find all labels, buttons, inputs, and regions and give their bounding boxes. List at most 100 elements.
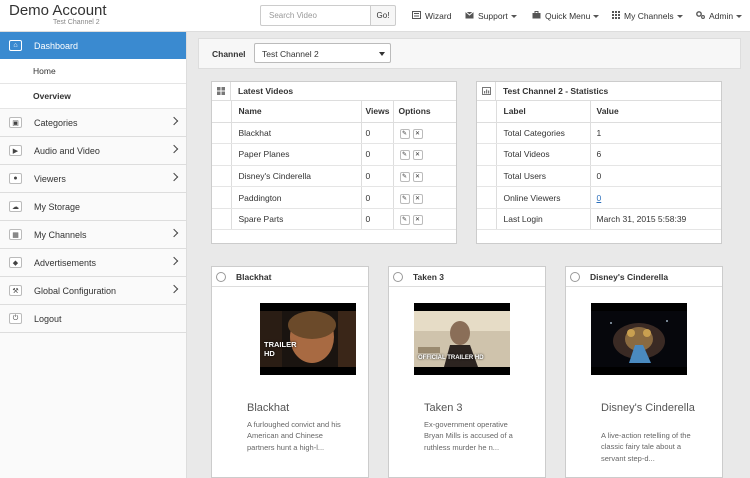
video-views: 0 — [360, 186, 393, 209]
col-value-header: Value — [589, 101, 721, 123]
table-header-row: Label Value — [477, 101, 721, 123]
sidebar-subitem-home[interactable]: Home — [0, 59, 186, 84]
nav-quick-menu-label: Quick Menu — [545, 11, 591, 21]
card-header-title: Blackhat — [236, 271, 272, 282]
video-name[interactable]: Disney's Cinderella — [231, 165, 361, 188]
video-card[interactable]: Disney's Cinderella Disney's Cinderella … — [565, 266, 723, 478]
stat-value: 6 — [589, 143, 721, 166]
col-views-header: Views — [360, 101, 393, 123]
col-options-header: Options — [392, 101, 433, 123]
table-row[interactable]: Paddington 0 ✎ ✕ — [212, 186, 456, 209]
clock-icon — [393, 271, 403, 282]
delete-icon[interactable]: ✕ — [412, 193, 423, 204]
chevron-right-icon — [169, 172, 179, 182]
card-description: A furloughed convict and his American an… — [247, 420, 341, 452]
delete-icon[interactable]: ✕ — [412, 171, 423, 182]
sidebar-subitem-label: Overview — [33, 91, 71, 101]
channel-select[interactable]: Test Channel 2 — [254, 43, 391, 63]
search-go-button[interactable]: Go! — [370, 5, 396, 26]
wizard-icon — [412, 11, 421, 21]
table-row: Total Videos 6 — [477, 143, 721, 166]
table-row: Last Login March 31, 2015 5:58:39 — [477, 208, 721, 231]
video-thumbnail[interactable] — [591, 303, 687, 375]
video-card[interactable]: Blackhat TRAILER HD Blackhat A furloughe… — [211, 266, 369, 478]
video-name[interactable]: Paddington — [231, 186, 361, 209]
video-name[interactable]: Blackhat — [231, 122, 361, 145]
table-row[interactable]: Blackhat 0 ✎ ✕ — [212, 122, 456, 145]
online-viewers-link[interactable]: 0 — [597, 193, 602, 203]
sidebar-item-advertisements[interactable]: ◆ Advertisements — [0, 249, 186, 277]
edit-icon[interactable]: ✎ — [399, 128, 410, 139]
user-icon: ● — [9, 173, 22, 184]
sidebar-subitem-overview[interactable]: Overview — [0, 84, 186, 109]
table-row: Total Users 0 — [477, 165, 721, 188]
edit-icon[interactable]: ✎ — [399, 193, 410, 204]
table-row[interactable]: Spare Parts 0 ✎ ✕ — [212, 208, 456, 231]
nav-admin[interactable]: Admin — [696, 0, 743, 32]
chevron-right-icon — [169, 284, 179, 294]
sidebar-item-label: My Storage — [34, 201, 81, 212]
delete-icon[interactable]: ✕ — [412, 215, 423, 226]
clock-icon — [216, 271, 226, 282]
power-icon: ⏻ — [9, 313, 22, 324]
stat-label: Online Viewers — [496, 186, 590, 209]
sidebar-item-categories[interactable]: ▣ Categories — [0, 109, 186, 137]
statistics-panel: Test Channel 2 - Statistics Label Value … — [476, 81, 722, 244]
chevron-right-icon — [169, 256, 179, 266]
card-description: A live-action retelling of the classic f… — [601, 431, 691, 463]
table-row[interactable]: Paper Planes 0 ✎ ✕ — [212, 143, 456, 166]
table-row[interactable]: Disney's Cinderella 0 ✎ ✕ — [212, 165, 456, 188]
sidebar-item-dashboard[interactable]: ⌂ Dashboard — [0, 32, 186, 59]
cloud-icon: ☁ — [9, 201, 22, 212]
sidebar-item-my-channels[interactable]: ▦ My Channels — [0, 221, 186, 249]
edit-icon[interactable]: ✎ — [399, 171, 410, 182]
nav-wizard[interactable]: Wizard — [412, 0, 451, 32]
edit-icon[interactable]: ✎ — [399, 150, 410, 161]
bar-chart-icon — [477, 82, 496, 100]
sidebar-item-logout[interactable]: ⏻ Logout — [0, 305, 186, 333]
delete-icon[interactable]: ✕ — [412, 150, 423, 161]
windows-icon — [212, 82, 231, 100]
video-card[interactable]: Taken 3 OFFICIAL TRAILER HD Taken 3 Ex-g… — [388, 266, 546, 478]
card-title[interactable]: Disney's Cinderella — [601, 402, 711, 414]
stat-label: Total Categories — [496, 122, 590, 145]
sidebar-item-label: Viewers — [34, 173, 66, 184]
nav-my-channels[interactable]: My Channels — [612, 0, 683, 32]
video-thumbnail[interactable]: TRAILER HD — [260, 303, 356, 375]
video-name[interactable]: Paper Planes — [231, 143, 361, 166]
card-title[interactable]: Blackhat — [247, 402, 357, 414]
brand[interactable]: Demo Account Test Channel 2 — [9, 3, 107, 27]
delete-icon[interactable]: ✕ — [412, 128, 423, 139]
stat-value: 1 — [589, 122, 721, 145]
latest-videos-title: Latest Videos — [238, 86, 294, 96]
card-title[interactable]: Taken 3 — [424, 402, 534, 414]
sidebar-item-label: Advertisements — [34, 257, 97, 268]
home-icon: ⌂ — [9, 40, 22, 51]
sidebar-item-my-storage[interactable]: ☁ My Storage — [0, 193, 186, 221]
col-name-header: Name — [231, 101, 361, 123]
col-label-header: Label — [496, 101, 590, 123]
sidebar-subitem-label: Home — [33, 66, 56, 76]
latest-videos-header: Latest Videos — [212, 82, 456, 101]
card-header-title: Taken 3 — [413, 271, 445, 282]
latest-videos-table: Name Views Options Blackhat 0 ✎ ✕ Paper P… — [212, 101, 456, 231]
nav-support-label: Support — [478, 11, 508, 21]
sidebar-item-viewers[interactable]: ● Viewers — [0, 165, 186, 193]
edit-icon[interactable]: ✎ — [399, 215, 410, 226]
video-icon: ▶ — [9, 145, 22, 156]
sidebar-item-audio-video[interactable]: ▶ Audio and Video — [0, 137, 186, 165]
video-views: 0 — [360, 122, 393, 145]
grid-icon — [612, 11, 620, 21]
wrench-icon: ⚒ — [9, 285, 22, 296]
statistics-title: Test Channel 2 - Statistics — [503, 86, 609, 96]
search-input[interactable] — [260, 5, 371, 26]
sidebar-item-label: Dashboard — [34, 40, 79, 51]
video-name[interactable]: Spare Parts — [231, 208, 361, 231]
folder-icon: ▣ — [9, 117, 22, 128]
nav-admin-label: Admin — [709, 11, 734, 21]
nav-support[interactable]: Support — [464, 0, 517, 32]
chevron-down-icon — [593, 14, 600, 18]
video-thumbnail[interactable]: OFFICIAL TRAILER HD — [414, 303, 510, 375]
nav-quick-menu[interactable]: Quick Menu — [532, 0, 600, 32]
sidebar-item-global-configuration[interactable]: ⚒ Global Configuration — [0, 277, 186, 305]
